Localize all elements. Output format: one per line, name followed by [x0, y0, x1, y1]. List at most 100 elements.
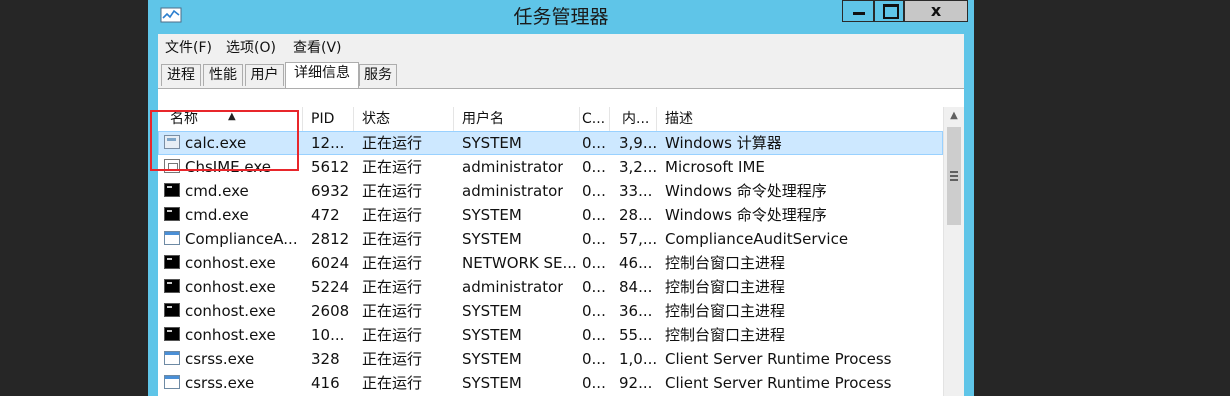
column-cpu[interactable]: C... — [580, 107, 610, 131]
row-status: 正在运行 — [362, 158, 423, 176]
table-row[interactable]: cmd.exe 472 正在运行 SYSTEM 0... 28... Windows 命令处… — [158, 203, 943, 227]
close-button[interactable]: x — [904, 0, 968, 22]
console-icon — [164, 183, 180, 197]
scroll-up-arrow-icon[interactable]: ▲ — [944, 107, 964, 125]
row-process-name: ComplianceA... — [185, 230, 298, 248]
row-status: 正在运行 — [362, 182, 423, 200]
row-process-name: conhost.exe — [185, 254, 276, 272]
row-pid: 2608 — [311, 302, 350, 320]
table-row[interactable]: csrss.exe 416 正在运行 SYSTEM 0... 92... Client Se… — [158, 371, 943, 395]
tab-performance[interactable]: 性能 — [203, 64, 243, 86]
row-username: SYSTEM — [462, 134, 522, 152]
row-memory: 46... — [619, 254, 653, 272]
row-process-name: conhost.exe — [185, 302, 276, 320]
row-description: Client Server Runtime Process — [665, 374, 892, 392]
menu-file[interactable]: 文件(F) — [165, 37, 212, 57]
scrollbar-thumb[interactable] — [947, 127, 961, 225]
row-username: SYSTEM — [462, 302, 522, 320]
tab-users[interactable]: 用户 — [245, 64, 284, 86]
app-window-icon — [164, 231, 180, 245]
table-row[interactable]: csrss.exe 328 正在运行 SYSTEM 0... 1,0... Client S… — [158, 347, 943, 371]
row-pid: 328 — [311, 350, 340, 368]
column-status[interactable]: 状态 — [354, 107, 454, 131]
row-pid: 416 — [311, 374, 340, 392]
column-username[interactable]: 用户名 — [454, 107, 580, 131]
row-username: NETWORK SE... — [462, 254, 577, 272]
row-status: 正在运行 — [362, 254, 423, 272]
row-username: administrator — [462, 278, 564, 296]
row-memory: 92... — [619, 374, 653, 392]
console-icon — [164, 303, 180, 317]
row-process-name: conhost.exe — [185, 278, 276, 296]
row-username: SYSTEM — [462, 374, 522, 392]
desktop-background-left — [0, 0, 148, 396]
row-pid: 6024 — [311, 254, 350, 272]
row-process-name: conhost.exe — [185, 326, 276, 344]
vertical-scrollbar[interactable]: ▲ — [943, 107, 964, 396]
row-status: 正在运行 — [362, 134, 423, 152]
row-username: SYSTEM — [462, 350, 522, 368]
close-icon: x — [930, 1, 942, 20]
maximize-icon — [883, 4, 899, 19]
row-description: 控制台窗口主进程 — [665, 302, 786, 320]
row-pid: 472 — [311, 206, 340, 224]
title-bar[interactable]: 任务管理器 x — [148, 0, 974, 32]
row-pid: 5612 — [311, 158, 350, 176]
row-memory: 3,9... — [619, 134, 658, 152]
row-memory: 84... — [619, 278, 653, 296]
maximize-button[interactable] — [874, 0, 904, 22]
row-username: SYSTEM — [462, 206, 522, 224]
column-pid[interactable]: PID — [303, 107, 354, 131]
row-status: 正在运行 — [362, 326, 423, 344]
task-manager-window: 任务管理器 x 文件(F) 选项(O) 查看(V) 进程 性能 用户 详细信息 … — [148, 0, 974, 396]
row-process-name: cmd.exe — [185, 206, 249, 224]
minimize-button[interactable] — [842, 0, 874, 22]
app-window-icon — [164, 375, 180, 389]
row-description: 控制台窗口主进程 — [665, 254, 786, 272]
row-username: SYSTEM — [462, 230, 522, 248]
tab-details[interactable]: 详细信息 — [285, 62, 359, 88]
tab-processes[interactable]: 进程 — [161, 64, 201, 86]
row-process-name: csrss.exe — [185, 350, 255, 368]
tab-services[interactable]: 服务 — [359, 64, 397, 86]
row-cpu: 0... — [582, 206, 606, 224]
grip-line — [950, 179, 958, 181]
row-username: administrator — [462, 158, 564, 176]
row-status: 正在运行 — [362, 230, 423, 248]
menu-options[interactable]: 选项(O) — [226, 37, 276, 57]
row-status: 正在运行 — [362, 374, 423, 392]
table-row[interactable]: conhost.exe 2608 正在运行 SYSTEM 0... 36... 控制台窗口主… — [158, 299, 943, 323]
row-cpu: 0... — [582, 302, 606, 320]
row-status: 正在运行 — [362, 350, 423, 368]
row-pid: 2812 — [311, 230, 350, 248]
row-memory: 36... — [619, 302, 653, 320]
table-row[interactable]: conhost.exe 6024 正在运行 NETWORK SE... 0... 46..… — [158, 251, 943, 275]
row-memory: 3,2... — [619, 158, 658, 176]
row-cpu: 0... — [582, 374, 606, 392]
table-row[interactable]: conhost.exe 10... 正在运行 SYSTEM 0... 55... 控制台窗口… — [158, 323, 943, 347]
row-memory: 28... — [619, 206, 653, 224]
row-description: Windows 计算器 — [665, 134, 782, 152]
menu-bar: 文件(F) 选项(O) 查看(V) — [158, 34, 964, 58]
console-icon — [164, 279, 180, 293]
row-memory: 1,0... — [619, 350, 658, 368]
row-memory: 55... — [619, 326, 653, 344]
table-row[interactable]: ComplianceA... 2812 正在运行 SYSTEM 0... 57,... Co… — [158, 227, 943, 251]
menu-view[interactable]: 查看(V) — [293, 37, 342, 57]
row-description: Windows 命令处理程序 — [665, 206, 827, 224]
table-row[interactable]: cmd.exe 6932 正在运行 administrator 0... 33... Win… — [158, 179, 943, 203]
row-cpu: 0... — [582, 182, 606, 200]
row-pid: 6932 — [311, 182, 350, 200]
row-cpu: 0... — [582, 158, 606, 176]
row-cpu: 0... — [582, 278, 606, 296]
row-process-name: cmd.exe — [185, 182, 249, 200]
grip-line — [950, 175, 958, 177]
table-row[interactable]: conhost.exe 5224 正在运行 administrator 0... 84..… — [158, 275, 943, 299]
annotation-highlight-box — [150, 110, 299, 171]
row-description: Windows 命令处理程序 — [665, 182, 827, 200]
row-description: Microsoft IME — [665, 158, 765, 176]
row-description: 控制台窗口主进程 — [665, 278, 786, 296]
column-memory[interactable]: 内... — [610, 107, 657, 131]
console-icon — [164, 207, 180, 221]
column-description[interactable]: 描述 — [657, 107, 943, 131]
